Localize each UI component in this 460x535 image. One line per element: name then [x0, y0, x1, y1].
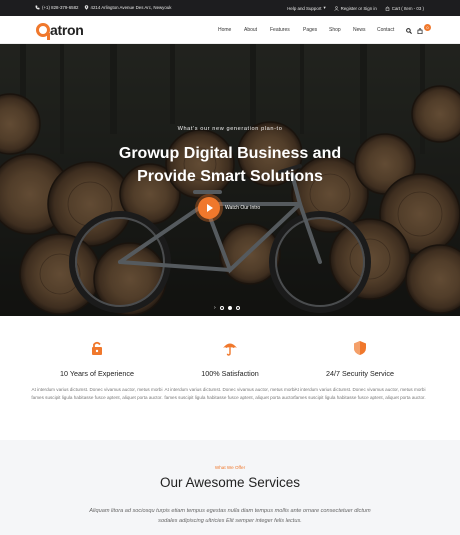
feature-card: 100% Satisfaction At interdum varius dic… [160, 340, 300, 402]
watch-intro-label: Watch Our Intro [225, 205, 261, 211]
features-section: 10 Years of Experience At interdum variu… [0, 316, 460, 440]
cart-count-badge: 0 [424, 24, 431, 31]
register-link[interactable]: Register or Sign in [333, 5, 377, 11]
feature-card: 10 Years of Experience At interdum variu… [27, 340, 167, 402]
feature-title: 100% Satisfaction [201, 369, 259, 378]
cart-link[interactable]: Cart ( Item - 03 ) [385, 5, 424, 11]
play-icon[interactable] [198, 197, 220, 219]
feature-title: 24/7 Security Service [326, 369, 394, 378]
slider-next-arrow-icon[interactable]: › [214, 306, 216, 311]
help-text: Help and Support [287, 5, 322, 11]
logo-text: atron [50, 22, 84, 38]
hero-title-line-2: Provide Smart Solutions [137, 168, 323, 185]
contact-info: (+1) 828-379-6582 4214 Arlington Avenue … [35, 5, 171, 10]
main-header: atron Home About Features Pages Shop New… [0, 16, 460, 44]
logo[interactable]: atron [36, 20, 84, 40]
nav-item-shop[interactable]: Shop [329, 27, 353, 33]
nav-item-features[interactable]: Features [270, 27, 303, 33]
slider-dot-3[interactable] [235, 306, 240, 310]
chevron-down-icon: ▾ [323, 5, 326, 10]
feature-text: At interdum varius dictumst. Donec vivam… [164, 387, 296, 400]
logo-mark-icon [36, 23, 50, 40]
phone-item[interactable]: (+1) 828-379-6582 [35, 5, 79, 10]
feature-title: 10 Years of Experience [60, 369, 134, 378]
slider-dot-2[interactable] [227, 306, 232, 310]
services-description: Aliquam litora ad sociosqu turpis etiam … [89, 508, 371, 524]
phone-icon [35, 5, 40, 10]
shield-icon [354, 341, 366, 355]
feature-text: At interdum varius dictumst. Donec vivam… [31, 387, 163, 400]
map-pin-icon [84, 5, 88, 10]
phone-text: (+1) 828-379-6582 [42, 5, 79, 10]
lock-bag-icon [385, 6, 390, 11]
nav-item-news[interactable]: News [353, 27, 377, 33]
services-kicker: What We Offer [214, 465, 246, 470]
services-section: What We Offer Our Awesome Services Aliqu… [0, 440, 460, 535]
nav-item-home[interactable]: Home [218, 27, 244, 33]
nav-item-contact[interactable]: Contact [377, 27, 394, 33]
cart-text: Cart ( Item - 03 ) [391, 5, 424, 11]
feature-card: 24/7 Security Service At interdum varius… [290, 340, 430, 402]
search-icon[interactable] [406, 28, 412, 34]
main-nav: Home About Features Pages Shop News Cont… [218, 27, 394, 33]
slider-pagination: › [214, 306, 240, 311]
hero-slider: What's our new generation plan-to Growup… [0, 44, 460, 316]
user-icon [333, 5, 339, 11]
watch-intro-button[interactable]: Watch Our Intro [198, 197, 260, 219]
header-icons: 0 [406, 24, 431, 38]
feature-text: At interdum varius dictumst. Donec vivam… [294, 387, 426, 400]
help-dropdown[interactable]: Help and Support ▾ [287, 5, 325, 11]
hero-kicker: What's our new generation plan-to [177, 126, 283, 132]
cart-icon[interactable] [417, 28, 423, 34]
account-links: Help and Support ▾ Register or Sign in C… [287, 5, 424, 11]
address-item: 4214 Arlington Avenue Des Arc, Newyouk [84, 5, 172, 10]
services-title: Our Awesome Services [159, 475, 301, 490]
nav-item-about[interactable]: About [244, 27, 270, 33]
nav-item-pages[interactable]: Pages [303, 27, 329, 33]
address-text: 4214 Arlington Avenue Des Arc, Newyouk [90, 5, 172, 10]
top-bar: (+1) 828-379-6582 4214 Arlington Avenue … [0, 0, 460, 16]
lock-icon [92, 341, 102, 355]
hero-title: Growup Digital Business and Provide Smar… [0, 142, 460, 188]
register-text: Register or Sign in [340, 5, 377, 11]
umbrella-icon [223, 343, 237, 356]
slider-dot-1[interactable] [219, 306, 224, 310]
hero-title-line-1: Growup Digital Business and [118, 145, 342, 162]
